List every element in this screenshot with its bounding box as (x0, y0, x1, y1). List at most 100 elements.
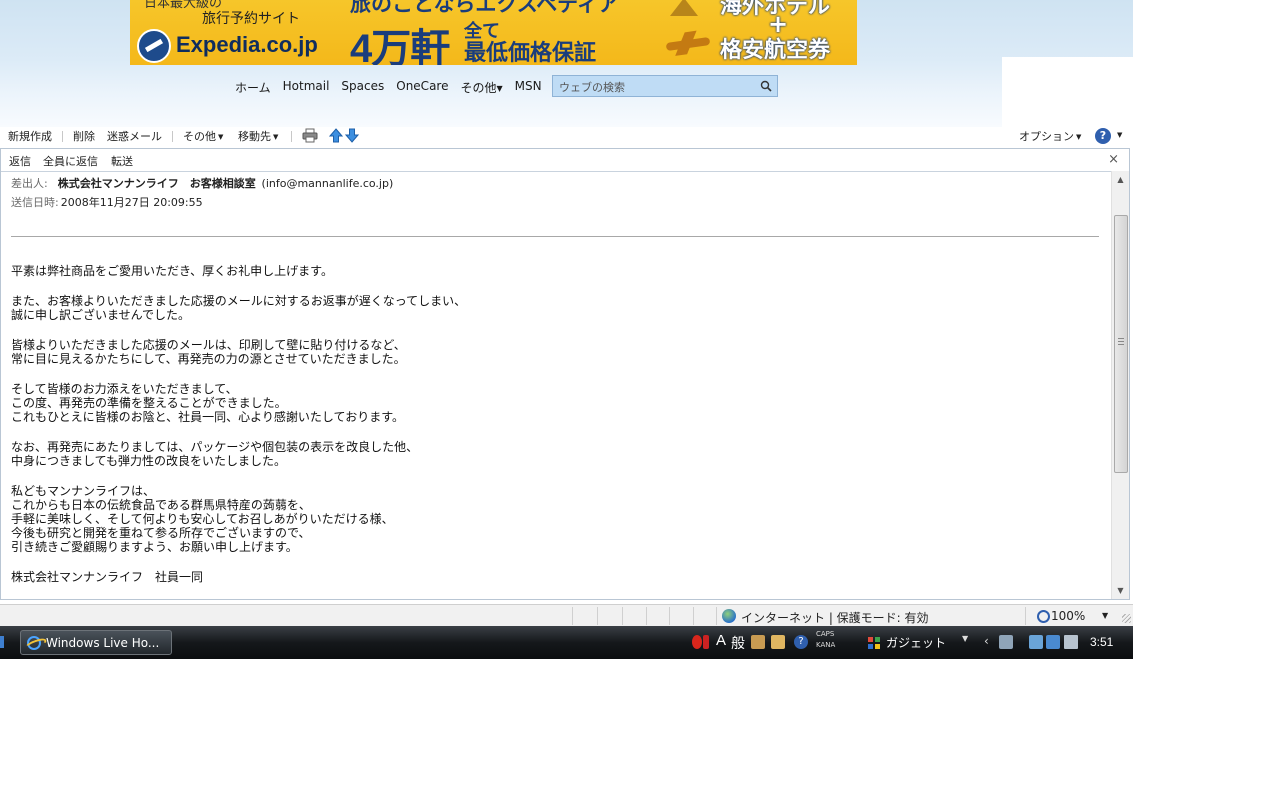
chevron-down-icon: ▼ (1117, 131, 1123, 139)
body-line: 私どもマンナンライフは、 (11, 484, 156, 498)
forward-button[interactable]: 転送 (111, 153, 133, 169)
notification-flag-icon[interactable] (692, 635, 702, 649)
mail-toolbar: 新規作成 削除 迷惑メール その他 ▼ 移動先 ▼ オプション ▼ ? ▼ (0, 127, 1133, 147)
body-paragraph: また、お客様よりいただきました応援のメールに対するお返事が遅くなってしまい、 誠… (11, 294, 1101, 322)
date-row: 送信日時: 2008年11月27日 20:09:55 (11, 194, 203, 210)
scroll-up-arrow-icon[interactable]: ▲ (1112, 171, 1129, 188)
nav-spaces[interactable]: Spaces (341, 79, 384, 97)
sent-date: 2008年11月27日 20:09:55 (60, 196, 203, 209)
body-paragraph: なお、再発売にあたりましては、パッケージや個包装の表示を改良した他、 中身につき… (11, 440, 1101, 468)
chevron-down-icon: ▼ (496, 84, 503, 93)
body-paragraph: 皆様よりいただきました応援のメールは、印刷して壁に貼り付けるなど、 常に目に見え… (11, 338, 1101, 366)
ime-help-icon[interactable]: ? (794, 635, 808, 649)
ad-big-number: 4万軒 (350, 27, 450, 65)
body-line: これもひとえに皆様のお陰と、社員一同、心より感謝いたしております。 (11, 410, 405, 424)
search-icon[interactable] (760, 80, 772, 92)
internet-explorer-icon (27, 636, 41, 650)
nav-home[interactable]: ホーム (235, 79, 271, 97)
nav-onecare[interactable]: OneCare (396, 79, 448, 97)
delete-button[interactable]: 削除 (73, 128, 95, 144)
airplane-icon (665, 36, 711, 52)
zoom-level[interactable]: 100% (1051, 609, 1085, 623)
ime-input-mode[interactable]: A (716, 632, 726, 649)
reply-button[interactable]: 返信 (9, 153, 31, 169)
junk-button[interactable]: 迷惑メール (107, 128, 162, 144)
help-icon[interactable]: ? (1095, 128, 1111, 144)
body-paragraph: そして皆様のお力添えをいただきまして、 この度、再発売の準備を整えることができま… (11, 382, 1101, 424)
web-search-input[interactable] (553, 76, 761, 98)
body-line: 常に目に見えるかたちにして、再発売の力の源とさせていただきました。 (11, 352, 406, 366)
status-divider (572, 607, 573, 625)
system-clock[interactable]: 3:51 (1090, 635, 1113, 649)
scroll-down-arrow-icon[interactable]: ▼ (1112, 582, 1129, 599)
arrow-up-icon[interactable] (329, 128, 343, 143)
chevron-down-icon[interactable]: ▼ (1102, 611, 1108, 620)
move-to-button[interactable]: 移動先 ▼ (238, 128, 278, 144)
chevron-down-icon: ▼ (1076, 133, 1082, 141)
body-line: 誠に申し訳ございませんでした。 (11, 308, 191, 322)
body-line: これからも日本の伝統食品である群馬県特産の蒟蒻を、 (11, 498, 311, 512)
sender-email: (info@mannanlife.co.jp) (261, 177, 394, 190)
taskbar-window-button[interactable]: Windows Live Ho... (20, 630, 172, 655)
web-search-box (552, 75, 778, 98)
print-icon[interactable] (302, 128, 318, 143)
more-actions-button[interactable]: その他 ▼ (183, 128, 223, 144)
status-divider (716, 607, 717, 625)
ad-stack-bottom: 最低価格保証 (464, 41, 597, 65)
move-to-label: 移動先 (238, 130, 271, 143)
globe-icon (722, 609, 736, 623)
gadget-label[interactable]: ガジェット (886, 634, 946, 651)
ime-conversion-mode[interactable]: 般 (731, 633, 745, 653)
msn-nav-bar: ホーム Hotmail Spaces OneCare その他▼ MSN (235, 79, 554, 97)
sync-icon[interactable] (1029, 635, 1043, 649)
from-label: 差出人: (11, 177, 48, 190)
sender-name[interactable]: 株式会社マンナンライフ お客様相談室 (58, 177, 256, 190)
ime-tool-icon[interactable] (771, 635, 785, 649)
toolbar-divider (291, 131, 292, 142)
arrow-down-icon[interactable] (345, 128, 359, 143)
toolbar-divider (172, 131, 173, 142)
from-row: 差出人: 株式会社マンナンライフ お客様相談室 (info@mannanlife.… (11, 175, 393, 191)
new-button[interactable]: 新規作成 (8, 128, 52, 144)
scroll-thumb[interactable] (1114, 215, 1128, 473)
vertical-scrollbar[interactable]: ▲ ▼ (1111, 171, 1129, 599)
body-line: 株式会社マンナンライフ 社員一同 (11, 570, 204, 584)
nav-hotmail[interactable]: Hotmail (283, 79, 330, 97)
volume-icon[interactable] (1064, 635, 1078, 649)
windows-taskbar: Windows Live Ho... A 般 ? CAPS KANA ガジェット… (0, 626, 1133, 659)
tower-icon (670, 0, 698, 16)
close-icon[interactable]: × (1108, 152, 1119, 167)
body-paragraph: 株式会社マンナンライフ 社員一同 (11, 570, 1101, 584)
body-paragraph: 平素は弊社商品をご愛用いただき、厚くお礼申し上げます。 (11, 264, 1101, 278)
banner-ad[interactable]: 日本最大級の 旅行予約サイト Expedia.co.jp 旅のことならエクスペデ… (130, 0, 857, 65)
message-body: 平素は弊社商品をご愛用いただき、厚くお礼申し上げます。 また、お客様よりいただき… (11, 264, 1101, 600)
body-line: なお、再発売にあたりましては、パッケージや個包装の表示を改良した他、 (11, 440, 419, 454)
header-blank-area (1002, 57, 1133, 127)
toolbar-divider (62, 131, 63, 142)
ime-dictionary-icon[interactable] (751, 635, 765, 649)
zoom-icon (1037, 610, 1050, 623)
ad-logo: Expedia.co.jp (176, 32, 318, 57)
quick-launch-edge[interactable] (0, 636, 4, 648)
reply-all-button[interactable]: 全員に返信 (43, 153, 98, 169)
nav-msn[interactable]: MSN (515, 79, 542, 97)
body-line: そして皆様のお力添えをいただきまして、 (11, 382, 238, 396)
browser-status-bar: インターネット | 保護モード: 有効 100% ▼ (0, 604, 1133, 627)
body-line: 今後も研究と開発を重ねて参る所存でございますので、 (11, 526, 311, 540)
status-divider (597, 607, 598, 625)
status-divider (622, 607, 623, 625)
display-icon[interactable] (999, 635, 1013, 649)
show-hidden-icons-chevron[interactable]: ‹ (984, 634, 989, 648)
chevron-down-icon[interactable]: ▼ (962, 634, 968, 643)
body-line: 引き続きご愛顧賜りますよう、お願い申し上げます。 (11, 540, 298, 554)
kana-indicator: KANA (816, 641, 836, 649)
nav-more[interactable]: その他▼ (460, 79, 502, 97)
help-menu-arrow[interactable]: ▼ (1115, 128, 1122, 141)
gadget-icon[interactable] (867, 636, 881, 650)
resize-grip-icon[interactable] (1122, 614, 1131, 623)
security-zone-text[interactable]: インターネット | 保護モード: 有効 (741, 609, 929, 626)
taskbar-window-label: Windows Live Ho... (46, 636, 160, 650)
body-line: また、お客様よりいただきました応援のメールに対するお返事が遅くなってしまい、 (11, 294, 467, 308)
network-icon[interactable] (1046, 635, 1060, 649)
options-button[interactable]: オプション ▼ (1019, 128, 1081, 144)
